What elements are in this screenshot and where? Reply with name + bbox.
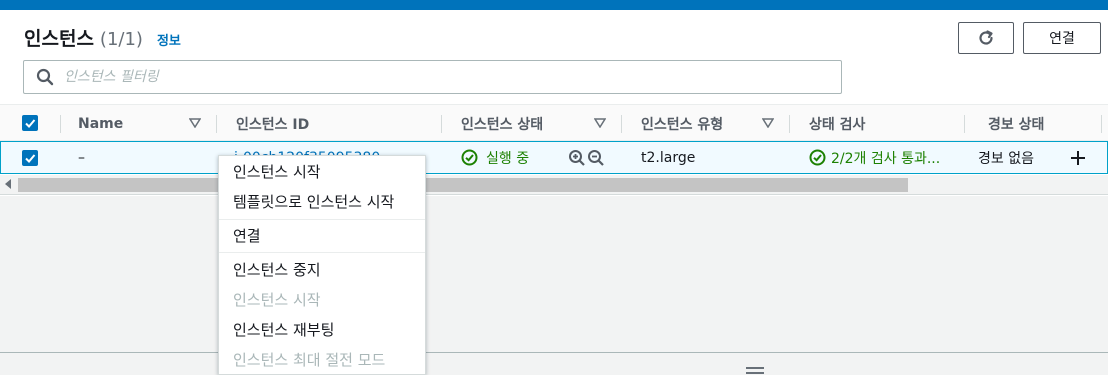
refresh-button[interactable] [958,22,1014,54]
table-row[interactable]: – i-00cb120f35095380 실행 중 t2.large [0,141,1108,174]
column-separator [216,115,217,133]
menu-item-launch-from-template[interactable]: 템플릿으로 인스턴스 시작 [219,186,425,216]
check-circle-icon [809,149,826,166]
add-alarm-icon[interactable] [1069,149,1087,167]
menu-item-connect[interactable]: 연결 [219,220,425,250]
instance-context-menu: 인스턴스 시작 템플릿으로 인스턴스 시작 연결 인스턴스 중지 인스턴스 시작… [218,155,426,375]
search-input[interactable] [64,69,764,85]
cell-alarm-status: 경보 없음 [978,150,1034,167]
column-header-alarm-status[interactable]: 경보 상태 [988,105,1044,142]
menu-divider [219,252,425,253]
status-check-label: 2/2개 검사 통과... [831,150,941,167]
column-separator [621,115,622,133]
sort-icon[interactable] [189,118,201,128]
column-header-status-check[interactable]: 상태 검사 [809,105,865,142]
page-header: 인스턴스 (1/1) 정보 [24,24,181,52]
sort-icon[interactable] [594,118,606,128]
cell-status-check: 2/2개 검사 통과... [809,142,940,173]
checkmark-icon [25,154,36,163]
state-label: 실행 중 [486,150,530,167]
resize-handle-icon[interactable] [746,367,764,375]
sort-icon[interactable] [762,118,774,128]
horizontal-scrollbar[interactable] [0,175,1108,195]
menu-item-hibernate-instance: 인스턴스 최대 절전 모드 [233,350,386,369]
search-icon [36,68,54,86]
scroll-left-icon[interactable] [5,179,11,189]
column-separator [441,115,442,133]
column-separator [60,115,61,133]
cell-instance-state: 실행 중 [461,142,529,173]
zoom-out-icon[interactable] [587,149,605,167]
column-separator [789,115,790,133]
column-header-name[interactable]: Name [78,105,123,142]
refresh-icon [979,30,993,45]
page-title: 인스턴스 [24,28,94,50]
column-separator [1101,115,1102,133]
menu-item-start-instance[interactable]: 인스턴스 시작 [219,156,425,186]
instance-count: (1/1) [99,29,143,50]
check-circle-icon [461,149,478,166]
info-link[interactable]: 정보 [157,30,181,49]
search-bar[interactable] [23,60,842,94]
column-header-instance-id[interactable]: 인스턴스 ID [236,105,309,142]
table-header: Name 인스턴스 ID 인스턴스 상태 인스턴스 유형 상태 검사 경보 상태 [0,104,1108,141]
cell-name: – [78,149,85,166]
top-accent-bar [0,0,1108,10]
menu-item-reboot-instance[interactable]: 인스턴스 재부팅 [219,314,425,344]
menu-item-stop-instance[interactable]: 인스턴스 중지 [219,254,425,284]
column-header-instance-type[interactable]: 인스턴스 유형 [641,105,723,142]
split-divider [0,352,1108,353]
zoom-in-icon[interactable] [568,149,586,167]
connect-button[interactable]: 연결 [1023,22,1101,54]
column-header-instance-state[interactable]: 인스턴스 상태 [461,105,543,142]
scroll-thumb[interactable] [18,178,908,192]
cell-instance-type: t2.large [641,149,696,166]
select-all-checkbox[interactable] [22,115,38,131]
menu-item-start-instance-disabled: 인스턴스 시작 [233,290,321,309]
checkmark-icon [25,119,36,128]
row-checkbox[interactable] [22,150,38,166]
column-separator [964,115,965,133]
details-panel [0,196,1108,375]
